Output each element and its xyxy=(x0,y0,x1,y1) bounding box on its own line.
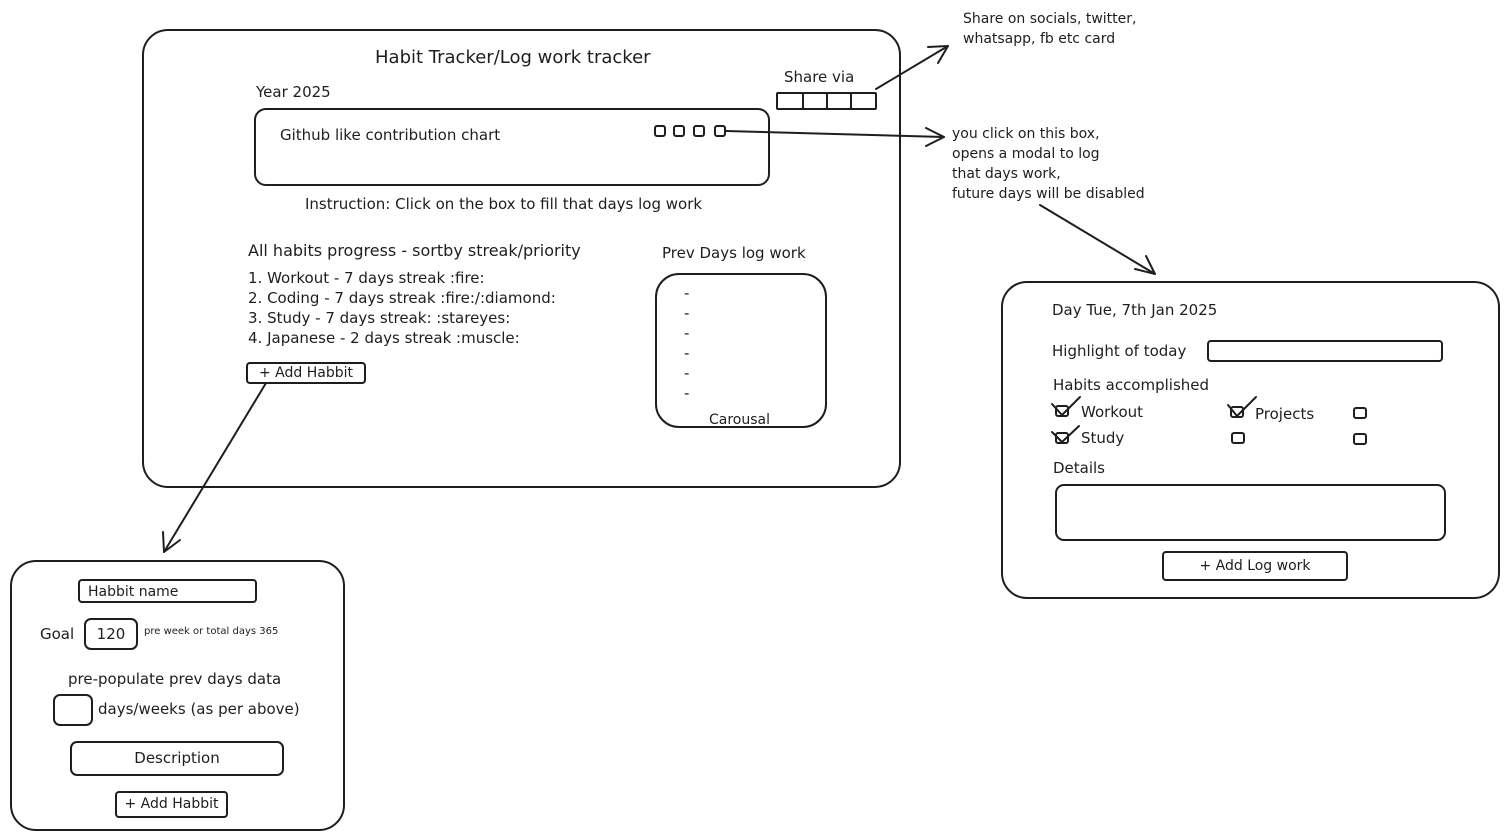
share-twitter-button[interactable] xyxy=(778,94,804,108)
habit-name-placeholder: Habbit name xyxy=(88,584,179,600)
prev-day-entry: - xyxy=(684,384,690,402)
details-textarea[interactable] xyxy=(1055,484,1446,541)
share-buttons-group xyxy=(776,92,877,110)
projects-checkbox[interactable] xyxy=(1230,406,1244,418)
prev-day-entry: - xyxy=(684,324,690,342)
habits-heading: All habits progress - sortby streak/prio… xyxy=(248,241,581,260)
box-click-note: opens a modal to log xyxy=(952,146,1100,162)
form-arrow-head xyxy=(162,531,181,553)
description-input[interactable]: Description xyxy=(70,741,284,776)
goal-input[interactable]: 120 xyxy=(84,618,138,650)
habit-checkbox-empty[interactable] xyxy=(1353,407,1367,419)
modal-arrow xyxy=(1039,204,1156,275)
prev-day-entry: - xyxy=(684,304,690,322)
add-log-work-button[interactable]: + Add Log work xyxy=(1162,551,1348,581)
submit-add-habit-button[interactable]: + Add Habbit xyxy=(115,791,228,818)
prev-day-entry: - xyxy=(684,284,690,302)
habit-checkbox-empty[interactable] xyxy=(1231,432,1245,444)
prepopulate-label: pre-populate prev days data xyxy=(68,670,282,688)
habit-checkbox-empty[interactable] xyxy=(1353,433,1367,445)
study-checkbox[interactable] xyxy=(1055,432,1069,444)
carousel-label: Carousal xyxy=(709,412,771,428)
page-title: Habit Tracker/Log work tracker xyxy=(375,47,651,68)
goal-label: Goal xyxy=(40,625,75,643)
share-whatsapp-button[interactable] xyxy=(802,94,828,108)
habit-list-item: 4. Japanese - 2 days streak :muscle: xyxy=(248,329,520,347)
workout-checkbox[interactable] xyxy=(1055,405,1069,417)
habit-list-item: 3. Study - 7 days streak: :stareyes: xyxy=(248,309,511,327)
contribution-chart-label: Github like contribution chart xyxy=(280,126,501,144)
highlight-input[interactable] xyxy=(1207,340,1443,362)
contribution-chart xyxy=(254,108,770,186)
box-click-note: future days will be disabled xyxy=(952,186,1145,202)
habit-name-input[interactable]: Habbit name xyxy=(78,579,257,603)
share-note: whatsapp, fb etc card xyxy=(963,31,1116,47)
days-weeks-label: days/weeks (as per above) xyxy=(98,700,300,718)
habit-workout-label: Workout xyxy=(1081,403,1144,421)
prepopulate-days-input[interactable] xyxy=(53,694,93,726)
details-label: Details xyxy=(1053,459,1106,477)
share-card-button[interactable] xyxy=(850,94,875,108)
habits-accomplished-label: Habits accomplished xyxy=(1053,376,1210,394)
contribution-day-box[interactable] xyxy=(714,125,726,137)
add-habit-button[interactable]: + Add Habbit xyxy=(246,362,366,384)
habit-list-item: 2. Coding - 7 days streak :fire:/:diamon… xyxy=(248,289,556,307)
box-arrow-head xyxy=(925,127,945,147)
modal-arrow-head xyxy=(1134,255,1156,275)
habit-list-item: 1. Workout - 7 days streak :fire: xyxy=(248,269,485,287)
goal-hint: pre week or total days 365 xyxy=(144,626,279,637)
prev-days-heading: Prev Days log work xyxy=(662,244,806,262)
prev-day-entry: - xyxy=(684,344,690,362)
share-note: Share on socials, twitter, xyxy=(963,11,1137,27)
share-facebook-button[interactable] xyxy=(826,94,852,108)
modal-day-label: Day Tue, 7th Jan 2025 xyxy=(1052,301,1218,319)
prev-day-entry: - xyxy=(684,364,690,382)
share-via-label: Share via xyxy=(784,68,855,86)
contribution-day-box[interactable] xyxy=(673,125,685,137)
box-click-note: that days work, xyxy=(952,166,1061,182)
instruction-text: Instruction: Click on the box to fill th… xyxy=(305,195,703,213)
contribution-day-box[interactable] xyxy=(654,125,666,137)
box-click-note: you click on this box, xyxy=(952,126,1100,142)
contribution-day-box[interactable] xyxy=(693,125,705,137)
habit-study-label: Study xyxy=(1081,429,1125,447)
highlight-label: Highlight of today xyxy=(1052,342,1187,360)
habit-projects-label: Projects xyxy=(1255,405,1315,423)
year-label: Year 2025 xyxy=(256,83,331,101)
prev-days-carousel[interactable] xyxy=(655,273,827,428)
share-arrow-head xyxy=(927,45,949,64)
